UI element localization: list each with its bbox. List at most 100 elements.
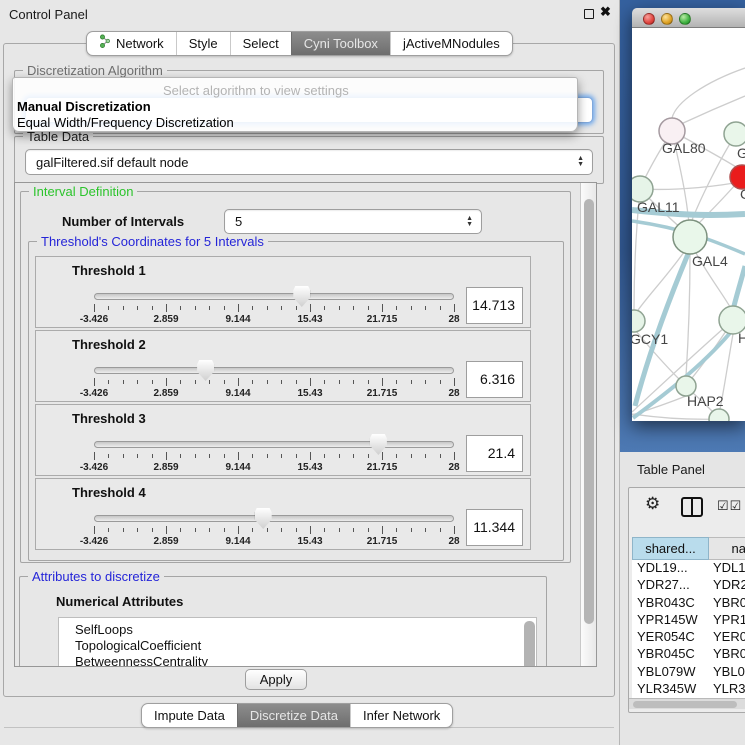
table-row[interactable]: YBL079WYBL0 (632, 664, 745, 681)
scrollbar-thumb[interactable] (524, 621, 535, 667)
horizontal-scrollbar[interactable] (629, 698, 745, 709)
checkbox-icons[interactable]: ☑☑ (717, 498, 742, 514)
table-cell[interactable]: YDL1 (709, 560, 745, 577)
table-cell[interactable]: YBR045C (632, 646, 709, 663)
attributes-group: Attributes to discretize Numerical Attri… (19, 576, 547, 667)
threshold-value-field[interactable]: 11.344 (466, 509, 523, 546)
column-header-shared[interactable]: shared... (632, 537, 709, 560)
tab-jactivemnodules[interactable]: jActiveMNodules (390, 32, 512, 55)
tab-select[interactable]: Select (230, 32, 291, 55)
popup-item-equal-width-frequency[interactable]: Equal Width/Frequency Discretization (17, 115, 234, 130)
apply-button[interactable]: Apply (245, 669, 307, 690)
threshold-value-field[interactable]: 6.316 (466, 361, 523, 398)
table-row[interactable]: YDL19...YDL1 (632, 560, 745, 577)
network-edge[interactable] (734, 266, 745, 306)
network-graph[interactable]: GAL80GACGAL11GAL4GCY1HHAP2 (632, 28, 745, 421)
tab-discretize-data[interactable]: Discretize Data (237, 704, 350, 727)
threshold-value-field[interactable]: 14.713 (466, 287, 523, 324)
interval-definition-group: Interval Definition Number of Intervals … (20, 191, 571, 563)
threshold-slider[interactable]: -3.4262.8599.14415.4321.71528 (94, 433, 454, 475)
gear-icon[interactable]: ⚙ (645, 494, 660, 514)
network-node[interactable] (673, 220, 707, 254)
number-of-intervals-combobox[interactable]: 5 ▲▼ (224, 209, 482, 234)
list-item[interactable]: BetweennessCentrality (75, 654, 536, 667)
network-edge[interactable] (640, 181, 745, 189)
tab-cyni-toolbox[interactable]: Cyni Toolbox (291, 32, 390, 55)
slider-track[interactable] (94, 515, 454, 522)
table-cell[interactable]: YBR0 (709, 595, 745, 612)
network-edge[interactable] (681, 96, 745, 124)
top-tabbar: Network Style Select Cyni Toolbox jActiv… (86, 31, 513, 56)
tab-impute-data[interactable]: Impute Data (142, 704, 237, 727)
table-row[interactable]: YDR27...YDR2 (632, 577, 745, 594)
table-row[interactable]: YLR345WYLR3 (632, 681, 745, 698)
table-cell[interactable]: YBL0 (709, 664, 745, 681)
table-row[interactable]: YBR045CYBR0 (632, 646, 745, 663)
network-window-titlebar[interactable] (632, 8, 745, 28)
number-of-intervals-label: Number of Intervals (62, 214, 184, 229)
network-edge[interactable] (632, 414, 719, 419)
table-cell[interactable]: YPR1 (709, 612, 745, 629)
table-cell[interactable]: YPR145W (632, 612, 709, 629)
tab-label: Select (243, 32, 279, 55)
table-cell[interactable]: YER0 (709, 629, 745, 646)
minimize-traffic-light-icon[interactable] (661, 13, 673, 25)
tab-style[interactable]: Style (176, 32, 230, 55)
numerical-attributes-label: Numerical Attributes (56, 594, 183, 609)
scrollbar-thumb[interactable] (633, 701, 737, 708)
node-label: GA (737, 145, 745, 161)
column-header-name[interactable]: na (709, 537, 745, 560)
slider-scale (94, 452, 454, 460)
slider-scale-labels: -3.4262.8599.14415.4321.71528 (94, 314, 454, 326)
float-window-icon[interactable] (584, 9, 594, 19)
network-node[interactable] (632, 310, 645, 332)
table-row[interactable]: YBR043CYBR0 (632, 595, 745, 612)
table-cell[interactable]: YBL079W (632, 664, 709, 681)
network-node[interactable] (724, 122, 745, 146)
list-item[interactable]: SelfLoops (75, 622, 536, 638)
node-label: HAP2 (687, 393, 724, 409)
node-label: GAL11 (637, 199, 680, 215)
popup-item-manual-discretization[interactable]: Manual Discretization (17, 99, 151, 114)
threshold-slider[interactable]: -3.4262.8599.14415.4321.71528 (94, 359, 454, 401)
numerical-attributes-list[interactable]: SelfLoops TopologicalCoefficient Between… (58, 617, 537, 667)
zoom-traffic-light-icon[interactable] (679, 13, 691, 25)
tab-label: Network (116, 32, 164, 55)
table-cell[interactable]: YLR3 (709, 681, 745, 698)
table-cell[interactable]: YDR27... (632, 577, 709, 594)
threshold-value-field[interactable]: 21.4 (466, 435, 523, 472)
table-row[interactable]: YER054CYER0 (632, 629, 745, 646)
slider-track[interactable] (94, 441, 454, 448)
close-icon[interactable]: ✖ (600, 4, 611, 20)
scrollbar-thumb[interactable] (584, 199, 594, 624)
close-traffic-light-icon[interactable] (643, 13, 655, 25)
slider-track[interactable] (94, 367, 454, 374)
vertical-scrollbar[interactable] (580, 183, 596, 666)
tab-label: Style (189, 32, 218, 55)
network-canvas[interactable]: GAL80GACGAL11GAL4GCY1HHAP2 (632, 28, 745, 421)
popup-placeholder-item[interactable]: Select algorithm to view settings (163, 83, 349, 98)
table-cell[interactable]: YLR345W (632, 681, 709, 698)
tab-infer-network[interactable]: Infer Network (350, 704, 452, 727)
table-row[interactable]: YPR145WYPR1 (632, 612, 745, 629)
network-edge[interactable] (672, 68, 745, 118)
threshold-slider[interactable]: -3.4262.8599.14415.4321.71528 (94, 507, 454, 549)
tab-network[interactable]: Network (87, 32, 176, 55)
control-panel: Control Panel ✖ Network Style Select Cyn… (0, 0, 620, 745)
threshold-slider[interactable]: -3.4262.8599.14415.4321.71528 (94, 285, 454, 327)
table-cell[interactable]: YDL19... (632, 560, 709, 577)
table-panel-body: ⚙ ☑☑ shared... na YDL19...YDL1YDR27...YD… (628, 487, 745, 713)
list-item[interactable]: TopologicalCoefficient (75, 638, 536, 654)
table-cell[interactable]: YDR2 (709, 577, 745, 594)
tab-label: Impute Data (154, 704, 225, 727)
table-cell[interactable]: YBR043C (632, 595, 709, 612)
column-layout-icon[interactable] (681, 497, 703, 517)
table-cell[interactable]: YBR0 (709, 646, 745, 663)
table-data-combobox[interactable]: galFiltered.sif default node ▲▼ (25, 149, 593, 175)
slider-scale-labels: -3.4262.8599.14415.4321.71528 (94, 462, 454, 474)
slider-track[interactable] (94, 293, 454, 300)
table-rows: YDL19...YDL1YDR27...YDR2YBR043CYBR0YPR14… (632, 560, 745, 698)
network-edge[interactable] (686, 254, 690, 376)
network-view-window[interactable]: GAL80GACGAL11GAL4GCY1HHAP2 (632, 8, 745, 421)
table-cell[interactable]: YER054C (632, 629, 709, 646)
